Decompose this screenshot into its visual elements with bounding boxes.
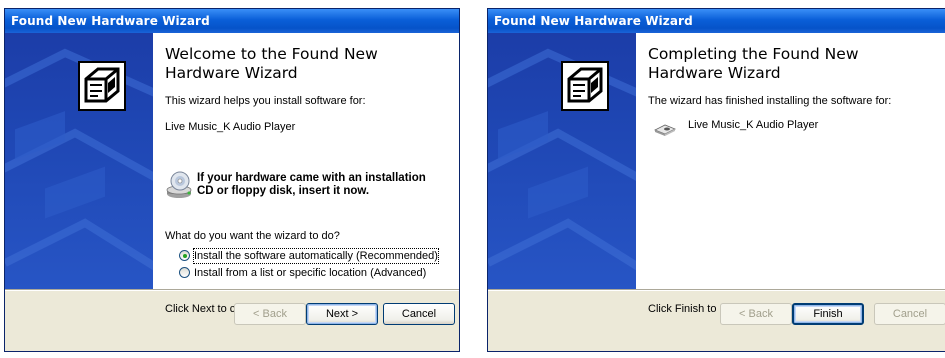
wizard-pane: Welcome to the Found New Hardware Wizard… xyxy=(153,33,459,315)
cancel-button[interactable]: Cancel xyxy=(874,303,945,325)
title-bar[interactable]: Found New Hardware Wizard xyxy=(488,9,945,33)
back-button[interactable]: < Back xyxy=(234,303,306,325)
finish-button[interactable]: Finish xyxy=(792,303,864,325)
wizard-content: Welcome to the Found New Hardware Wizard… xyxy=(5,33,459,315)
wizard-window-completing: Found New Hardware Wizard Completing the… xyxy=(487,8,945,352)
device-name: Live Music_K Audio Player xyxy=(165,121,296,133)
wizard-sidebar-banner xyxy=(488,33,636,289)
question-text: What do you want the wizard to do? xyxy=(165,230,340,242)
cd-prompt-text: If your hardware came with an installati… xyxy=(197,172,426,197)
wizard-pane: Completing the Found New Hardware Wizard… xyxy=(636,33,945,315)
intro-text: The wizard has finished installing the s… xyxy=(648,95,892,107)
back-button[interactable]: < Back xyxy=(720,303,792,325)
device-name: Live Music_K Audio Player xyxy=(688,119,819,131)
hardware-wizard-icon xyxy=(561,61,609,111)
cd-prompt: If your hardware came with an installati… xyxy=(165,164,426,202)
wizard-window-welcome: Found New Hardware Wizard Welcome to the… xyxy=(4,8,460,352)
cd-drive-icon xyxy=(166,171,192,198)
radio-button[interactable] xyxy=(179,250,190,261)
page-title: Completing the Found New Hardware Wizard xyxy=(648,45,859,82)
button-separator xyxy=(5,289,459,291)
intro-text: This wizard helps you install software f… xyxy=(165,95,366,107)
button-separator xyxy=(488,289,945,291)
hardware-wizard-icon xyxy=(78,61,126,111)
radio-button[interactable] xyxy=(179,267,190,278)
radio-selected-dot xyxy=(182,253,187,258)
page-title: Welcome to the Found New Hardware Wizard xyxy=(165,45,378,82)
option-label[interactable]: Install from a list or specific location… xyxy=(194,266,426,280)
wizard-sidebar-banner xyxy=(5,33,153,289)
title-bar[interactable]: Found New Hardware Wizard xyxy=(5,9,459,33)
option-label[interactable]: Install the software automatically (Reco… xyxy=(193,248,439,264)
audio-device-icon xyxy=(654,124,676,136)
cancel-button[interactable]: Cancel xyxy=(383,303,455,325)
next-button[interactable]: Next > xyxy=(306,303,378,325)
wizard-content: Completing the Found New Hardware Wizard… xyxy=(488,33,945,315)
